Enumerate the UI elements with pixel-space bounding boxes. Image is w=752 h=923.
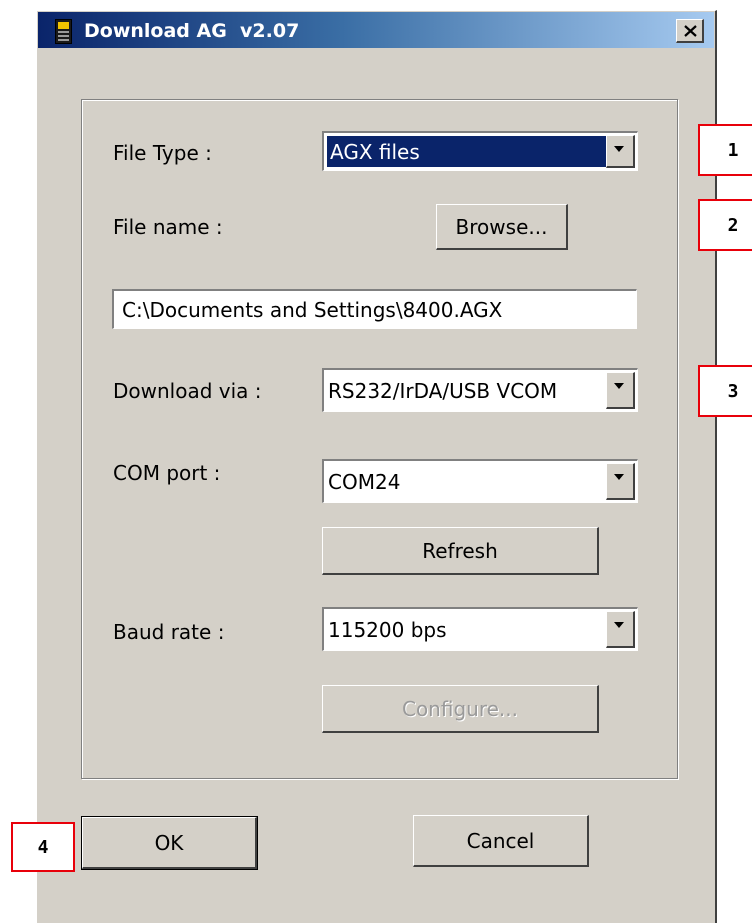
callout-3: 3: [698, 365, 752, 417]
download-via-label: Download via :: [113, 379, 262, 403]
file-name-label: File name :: [113, 215, 223, 239]
ok-button[interactable]: OK: [81, 816, 258, 870]
handheld-terminal-icon: [55, 19, 72, 44]
file-type-label: File Type :: [113, 141, 212, 165]
baud-rate-label: Baud rate :: [113, 620, 225, 644]
file-type-value: AGX files: [327, 136, 607, 167]
refresh-button[interactable]: Refresh: [322, 527, 599, 575]
chevron-down-icon[interactable]: [606, 463, 635, 500]
com-port-value: COM24: [328, 469, 401, 494]
cancel-button[interactable]: Cancel: [413, 815, 589, 867]
callout-4: 4: [11, 822, 75, 872]
download-via-value: RS232/IrDA/USB VCOM: [328, 378, 558, 403]
callout-1: 1: [698, 124, 752, 176]
file-path-field[interactable]: C:\Documents and Settings\8400.AGX: [112, 289, 637, 329]
baud-rate-value: 115200 bps: [328, 617, 447, 642]
close-button[interactable]: [676, 19, 704, 43]
file-type-select[interactable]: AGX files: [322, 131, 638, 171]
settings-group: [81, 99, 678, 779]
com-port-select[interactable]: COM24: [322, 459, 638, 503]
baud-rate-select[interactable]: 115200 bps: [322, 607, 638, 651]
com-port-label: COM port :: [113, 461, 221, 485]
browse-button[interactable]: Browse...: [436, 204, 568, 250]
close-icon: [684, 25, 697, 37]
callout-2: 2: [698, 199, 752, 251]
chevron-down-icon[interactable]: [606, 372, 635, 409]
configure-button[interactable]: Configure...: [322, 685, 599, 733]
window-title: Download AG v2.07: [84, 20, 300, 42]
chevron-down-icon[interactable]: [606, 611, 635, 648]
download-via-select[interactable]: RS232/IrDA/USB VCOM: [322, 368, 638, 412]
chevron-down-icon[interactable]: [606, 135, 635, 168]
